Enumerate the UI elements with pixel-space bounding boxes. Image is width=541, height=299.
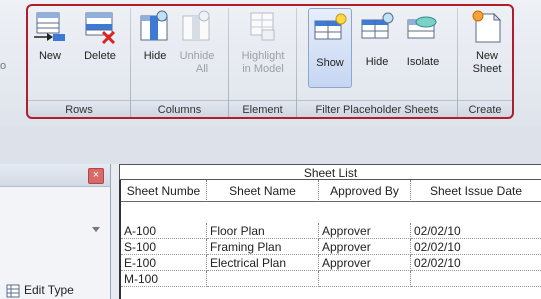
column-header-sheet-number[interactable]: Sheet Numbe [121,180,207,202]
toolbar-strip [0,127,541,164]
table-cell[interactable]: Approver [319,255,411,271]
column-header-approved-by[interactable]: Approved By [319,180,411,202]
chevron-down-icon[interactable] [92,227,100,232]
table-cell[interactable]: Floor Plan [207,223,319,239]
ribbon: o New Delete Hide Unhide All Highlight i… [0,0,541,127]
table-cell[interactable]: Approver [319,239,411,255]
table-cell[interactable]: E-100 [121,255,207,271]
table-cell[interactable]: Electrical Plan [207,255,319,271]
table-cell[interactable]: 02/02/10 [411,239,541,255]
table-cell[interactable]: S-100 [121,239,207,255]
ribbon-left-stub: o [0,60,7,72]
table-cell[interactable] [319,271,411,287]
table-cell[interactable]: 02/02/10 [411,255,541,271]
edit-type-label: Edit Type [24,283,74,297]
close-icon[interactable]: × [88,168,104,184]
properties-title-bar: × [0,164,110,187]
table-cell[interactable]: 02/02/10 [411,223,541,239]
pane-splitter[interactable] [111,164,119,299]
column-header-sheet-name[interactable]: Sheet Name [207,180,319,202]
table-cell[interactable]: Framing Plan [207,239,319,255]
table-cell[interactable]: A-100 [121,223,207,239]
schedule-title: Sheet List [119,164,541,180]
edit-type-icon [6,284,20,298]
properties-pane: × Edit Type [0,164,111,299]
column-header-sheet-issue-date[interactable]: Sheet Issue Date [411,180,541,202]
schedule-view: Sheet List Sheet Numbe Sheet Name Approv… [119,164,541,299]
edit-type-button[interactable]: Edit Type [6,282,74,298]
table-cell[interactable] [411,271,541,287]
table-cell[interactable] [207,271,319,287]
table-cell-editing[interactable]: M-100 [121,271,207,287]
highlight-frame [26,4,514,119]
table-cell[interactable]: Approver [319,223,411,239]
